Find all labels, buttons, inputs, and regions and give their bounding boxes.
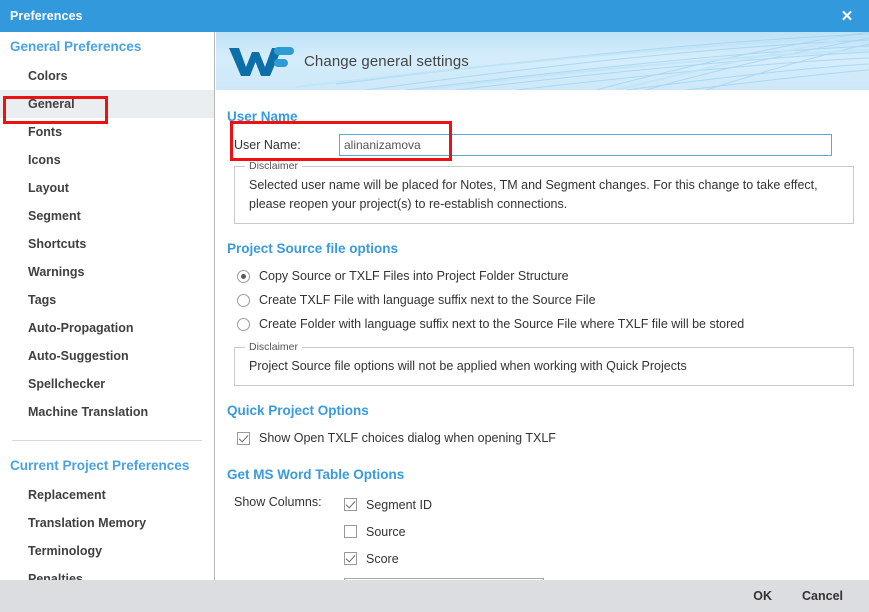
checkbox-segment-id[interactable]: Segment ID [344, 491, 432, 518]
preferences-sidebar[interactable]: General Preferences Colors General Fonts… [0, 32, 215, 580]
radio-label: Copy Source or TXLF Files into Project F… [259, 269, 569, 283]
close-icon[interactable]: ✕ [825, 0, 869, 32]
sidebar-item-segment[interactable]: Segment [0, 202, 214, 230]
radio-option-create-folder[interactable]: Create Folder with language suffix next … [237, 312, 869, 336]
sidebar-item-auto-propagation[interactable]: Auto-Propagation [0, 314, 214, 342]
radio-icon [237, 317, 250, 331]
sidebar-item-label: Layout [28, 181, 69, 195]
disclaimer-text: Selected user name will be placed for No… [249, 178, 818, 211]
sidebar-item-spellchecker[interactable]: Spellchecker [0, 370, 214, 398]
radio-label: Create Folder with language suffix next … [259, 317, 745, 331]
sidebar-group-title-current-project: Current Project Preferences [10, 458, 190, 473]
ms-word-table-section: Get MS Word Table Options Show Columns: … [216, 450, 869, 580]
disclaimer-legend: Disclaimer [245, 160, 303, 172]
project-source-section: Project Source file options Copy Source … [216, 224, 869, 386]
checkbox-label: Score [366, 551, 399, 566]
sidebar-divider [12, 440, 202, 441]
sidebar-item-label: Translation Memory [28, 516, 147, 530]
sidebar-item-icons[interactable]: Icons [0, 146, 214, 174]
user-name-field-row: User Name: [234, 134, 869, 156]
section-heading-user-name: User Name [227, 109, 298, 124]
content-banner: Change general settings [216, 32, 869, 91]
sidebar-item-colors[interactable]: Colors [0, 62, 214, 90]
sidebar-item-penalties[interactable]: Penalties [0, 565, 214, 580]
user-name-label: User Name: [234, 138, 301, 152]
checkbox-label: Segment ID [366, 497, 433, 512]
radio-option-copy-source[interactable]: Copy Source or TXLF Files into Project F… [237, 264, 869, 288]
sidebar-item-fonts[interactable]: Fonts [0, 118, 214, 146]
sidebar-item-label: Auto-Suggestion [28, 349, 129, 363]
section-heading-quick-project: Quick Project Options [227, 403, 369, 418]
window-title: Preferences [10, 9, 83, 23]
quick-project-section: Quick Project Options Show Open TXLF cho… [216, 386, 869, 450]
sidebar-item-translation-memory[interactable]: Translation Memory [0, 509, 214, 537]
sidebar-item-label: Fonts [28, 125, 63, 139]
sidebar-item-label: Replacement [28, 488, 106, 502]
project-source-disclaimer-box: Disclaimer Project Source file options w… [234, 341, 854, 386]
user-name-disclaimer-box: Disclaimer Selected user name will be pl… [234, 160, 854, 224]
show-columns-group: Segment ID Source Score [344, 491, 432, 572]
sidebar-item-label: Tags [28, 293, 57, 307]
radio-icon [237, 293, 250, 307]
sidebar-item-label: Segment [28, 209, 81, 223]
sidebar-item-tags[interactable]: Tags [0, 286, 214, 314]
sidebar-item-auto-suggestion[interactable]: Auto-Suggestion [0, 342, 214, 370]
sidebar-item-label: Warnings [28, 265, 85, 279]
sidebar-item-layout[interactable]: Layout [0, 174, 214, 202]
cancel-button[interactable]: Cancel [802, 589, 843, 603]
wordfast-wf-logo-icon [226, 43, 294, 79]
sidebar-item-warnings[interactable]: Warnings [0, 258, 214, 286]
radio-icon-selected [237, 269, 250, 283]
sidebar-item-label: Terminology [28, 544, 103, 558]
sidebar-item-general[interactable]: General [0, 90, 214, 118]
disclaimer-legend: Disclaimer [245, 341, 303, 353]
banner-title: Change general settings [304, 52, 469, 70]
sidebar-item-label: Icons [28, 153, 61, 167]
checkbox-label: Show Open TXLF choices dialog when openi… [259, 431, 556, 445]
checkbox-label: Source [366, 524, 406, 539]
sidebar-item-label: Penalties [28, 572, 83, 580]
user-name-input[interactable] [339, 134, 832, 156]
radio-option-create-txlf-file[interactable]: Create TXLF File with language suffix ne… [237, 288, 869, 312]
user-name-section: User Name User Name: Disclaimer Selected… [216, 91, 869, 224]
sidebar-item-label: General [28, 97, 75, 111]
sidebar-item-label: Shortcuts [28, 237, 87, 251]
show-columns-label: Show Columns: [234, 495, 322, 509]
checkbox-score[interactable]: Score [344, 545, 432, 572]
section-heading-project-source: Project Source file options [227, 241, 399, 256]
sidebar-group-title-general: General Preferences [10, 39, 142, 54]
checkbox-source[interactable]: Source [344, 518, 432, 545]
radio-label: Create TXLF File with language suffix ne… [259, 293, 596, 307]
title-bar: Preferences ✕ [0, 0, 869, 32]
sidebar-item-label: Colors [28, 69, 68, 83]
sidebar-item-machine-translation[interactable]: Machine Translation [0, 398, 214, 426]
section-heading-ms-word-table: Get MS Word Table Options [227, 467, 405, 482]
checkbox-show-open-txlf-dialog[interactable]: Show Open TXLF choices dialog when openi… [237, 426, 869, 450]
checkbox-icon-checked [237, 431, 250, 445]
sidebar-item-label: Auto-Propagation [28, 321, 134, 335]
sidebar-item-shortcuts[interactable]: Shortcuts [0, 230, 214, 258]
checkbox-icon [344, 525, 357, 538]
sidebar-item-label: Machine Translation [28, 405, 149, 419]
sidebar-item-terminology[interactable]: Terminology [0, 537, 214, 565]
ok-button[interactable]: OK [753, 589, 772, 603]
checkbox-icon-checked [344, 498, 357, 511]
preferences-content: Change general settings User Name User N… [216, 32, 869, 580]
sidebar-item-replacement[interactable]: Replacement [0, 481, 214, 509]
disclaimer-text: Project Source file options will not be … [249, 359, 687, 373]
dialog-footer: OK Cancel [0, 580, 869, 612]
sidebar-item-label: Spellchecker [28, 377, 106, 391]
checkbox-icon-checked [344, 552, 357, 565]
preferences-window: Preferences ✕ General Preferences Colors… [0, 0, 869, 612]
